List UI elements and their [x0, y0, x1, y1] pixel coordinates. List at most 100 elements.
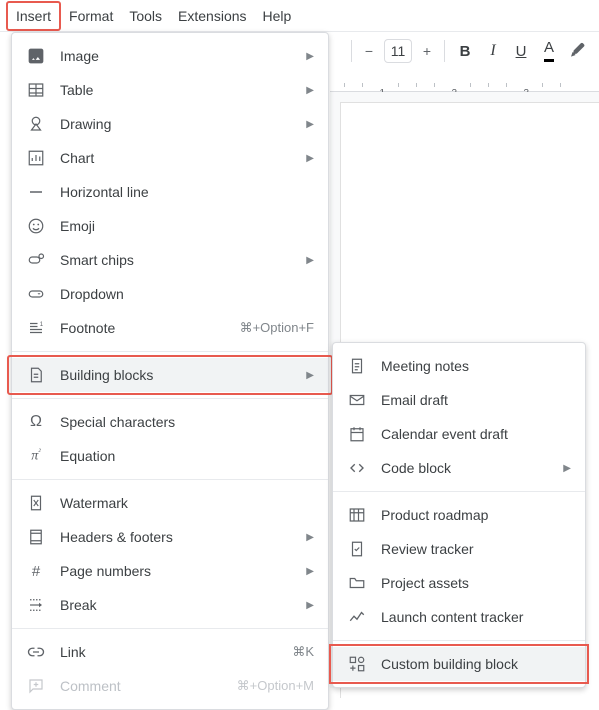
calendar-event-icon	[347, 424, 367, 444]
menu-extensions[interactable]: Extensions	[170, 3, 254, 29]
chevron-right-icon: ▶	[306, 532, 314, 543]
headers-footers-icon	[26, 527, 46, 547]
comment-icon	[26, 676, 46, 696]
menu-shortcut: ⌘K	[292, 644, 314, 660]
menu-label: Meeting notes	[381, 358, 571, 374]
menu-label: Launch content tracker	[381, 609, 571, 625]
menu-label: Review tracker	[381, 541, 571, 557]
highlight-color-button[interactable]	[563, 37, 591, 65]
menu-item-link[interactable]: Link ⌘K	[12, 635, 328, 669]
menu-label: Project assets	[381, 575, 571, 591]
toolbar-divider	[351, 40, 352, 62]
chevron-right-icon: ▶	[306, 51, 314, 62]
menu-label: Table	[60, 82, 298, 98]
menu-item-special-characters[interactable]: Ω Special characters	[12, 405, 328, 439]
menu-item-building-blocks[interactable]: Building blocks ▶	[12, 358, 328, 392]
menu-divider	[12, 351, 328, 352]
underline-button[interactable]: U	[507, 37, 535, 65]
break-icon	[26, 595, 46, 615]
text-color-button[interactable]: A	[535, 37, 563, 65]
table-icon	[26, 80, 46, 100]
menu-divider	[12, 479, 328, 480]
menu-item-page-numbers[interactable]: # Page numbers ▶	[12, 554, 328, 588]
building-blocks-submenu: Meeting notes Email draft Calendar event…	[332, 342, 586, 688]
italic-button[interactable]: I	[479, 37, 507, 65]
menu-label: Drawing	[60, 116, 298, 132]
menu-item-watermark[interactable]: Watermark	[12, 486, 328, 520]
menu-label: Headers & footers	[60, 529, 298, 545]
link-icon	[26, 642, 46, 662]
font-size-input[interactable]	[384, 39, 412, 63]
submenu-item-project-assets[interactable]: Project assets	[333, 566, 585, 600]
insert-dropdown: Image ▶ Table ▶ Drawing ▶ Chart ▶ Horizo…	[11, 32, 329, 710]
submenu-item-meeting-notes[interactable]: Meeting notes	[333, 349, 585, 383]
chevron-right-icon: ▶	[306, 85, 314, 96]
menu-item-horizontal-line[interactable]: Horizontal line	[12, 175, 328, 209]
building-blocks-icon	[26, 365, 46, 385]
custom-block-icon	[347, 654, 367, 674]
menu-item-image[interactable]: Image ▶	[12, 39, 328, 73]
menu-label: Horizontal line	[60, 184, 314, 200]
menu-item-footnote[interactable]: 1 Footnote ⌘+Option+F	[12, 311, 328, 345]
page-numbers-icon: #	[26, 561, 46, 581]
dropdown-icon	[26, 284, 46, 304]
menu-help[interactable]: Help	[255, 3, 300, 29]
menu-item-break[interactable]: Break ▶	[12, 588, 328, 622]
chevron-right-icon: ▶	[306, 255, 314, 266]
chevron-right-icon: ▶	[306, 370, 314, 381]
menu-item-dropdown[interactable]: Dropdown	[12, 277, 328, 311]
highlighter-icon	[568, 42, 586, 60]
menu-label: Code block	[381, 460, 555, 476]
menu-item-smart-chips[interactable]: Smart chips ▶	[12, 243, 328, 277]
chart-icon	[26, 148, 46, 168]
menu-item-chart[interactable]: Chart ▶	[12, 141, 328, 175]
menu-format[interactable]: Format	[61, 3, 121, 29]
menu-label: Image	[60, 48, 298, 64]
menu-divider	[12, 398, 328, 399]
font-size-decrease[interactable]: −	[358, 40, 380, 62]
menu-divider	[12, 628, 328, 629]
chevron-right-icon: ▶	[306, 153, 314, 164]
horizontal-line-icon	[26, 182, 46, 202]
menu-label: Building blocks	[60, 367, 298, 383]
submenu-item-code-block[interactable]: Code block ▶	[333, 451, 585, 485]
menu-item-emoji[interactable]: Emoji	[12, 209, 328, 243]
ruler: 1 2 3	[330, 70, 599, 92]
menu-item-drawing[interactable]: Drawing ▶	[12, 107, 328, 141]
launch-tracker-icon	[347, 607, 367, 627]
submenu-item-product-roadmap[interactable]: Product roadmap	[333, 498, 585, 532]
menu-item-table[interactable]: Table ▶	[12, 73, 328, 107]
menu-label: Link	[60, 644, 292, 660]
submenu-item-review-tracker[interactable]: Review tracker	[333, 532, 585, 566]
menu-insert[interactable]: Insert	[6, 1, 61, 31]
menu-label: Footnote	[60, 320, 240, 336]
menu-label: Calendar event draft	[381, 426, 571, 442]
project-assets-icon	[347, 573, 367, 593]
submenu-item-email-draft[interactable]: Email draft	[333, 383, 585, 417]
menu-divider	[333, 491, 585, 492]
menu-label: Email draft	[381, 392, 571, 408]
watermark-icon	[26, 493, 46, 513]
emoji-icon	[26, 216, 46, 236]
submenu-item-launch-tracker[interactable]: Launch content tracker	[333, 600, 585, 634]
menu-item-headers-footers[interactable]: Headers & footers ▶	[12, 520, 328, 554]
menu-divider	[333, 640, 585, 641]
menu-label: Watermark	[60, 495, 314, 511]
submenu-item-custom-building-block[interactable]: Custom building block	[333, 647, 585, 681]
chevron-right-icon: ▶	[306, 566, 314, 577]
submenu-item-calendar-event[interactable]: Calendar event draft	[333, 417, 585, 451]
menu-label: Chart	[60, 150, 298, 166]
menu-label: Page numbers	[60, 563, 298, 579]
menu-label: Special characters	[60, 414, 314, 430]
footnote-icon: 1	[26, 318, 46, 338]
menu-tools[interactable]: Tools	[121, 3, 170, 29]
menu-item-equation[interactable]: π² Equation	[12, 439, 328, 473]
code-block-icon	[347, 458, 367, 478]
bold-button[interactable]: B	[451, 37, 479, 65]
menu-label: Equation	[60, 448, 314, 464]
menu-label: Product roadmap	[381, 507, 571, 523]
menu-label: Break	[60, 597, 298, 613]
menubar: Insert Format Tools Extensions Help	[0, 0, 599, 32]
font-size-increase[interactable]: +	[416, 40, 438, 62]
menu-item-comment: Comment ⌘+Option+M	[12, 669, 328, 703]
